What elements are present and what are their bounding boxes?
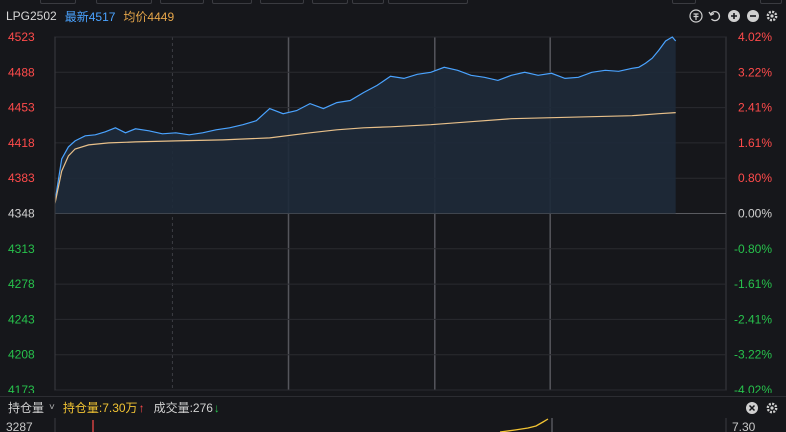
sub-right-value: 7.30 [732,420,756,432]
undo-icon[interactable] [707,8,723,24]
top-tab-stub[interactable] [312,0,348,4]
y-tick-label-left: 4243 [8,312,35,326]
open-interest-label: 持仓量:7.30万↑ [63,399,145,416]
sub-panel-header: 持仓量 ˅ 持仓量:7.30万↑ 成交量:276↓ [0,396,786,418]
y-tick-label-right: 2.41% [738,101,772,115]
top-tab-stub[interactable] [760,0,782,4]
y-tick-label-right: 0.80% [738,171,772,185]
top-tab-stub[interactable] [160,0,204,4]
y-tick-label-left: 4173 [8,383,35,393]
top-tab-stub[interactable] [672,0,696,4]
arrow-up-icon: ↑ [138,401,145,415]
sub-panel-toolbar [744,400,780,416]
y-tick-label-left: 4418 [8,136,35,150]
chevron-down-icon[interactable]: ˅ [49,402,55,413]
y-tick-label-left: 4488 [8,65,35,79]
zoom-out-icon[interactable] [745,8,761,24]
settings-icon[interactable] [764,400,780,416]
sub-left-value: 3287 [6,420,33,432]
y-tick-label-left: 4348 [8,207,35,221]
y-tick-label-right: -2.41% [734,312,772,326]
open-interest-line [499,418,549,432]
top-tab-stub[interactable] [388,0,468,4]
top-tab-stub[interactable] [96,0,152,4]
intraday-chart[interactable]: 4523 4488 4453 4418 4383 4348 4313 4278 4243 4208… [0,27,786,393]
top-tab-stub[interactable] [212,0,252,4]
symbol-label[interactable]: LPG2502 [6,9,57,23]
coin-icon[interactable] [688,8,704,24]
y-tick-label-right: 0.00% [738,207,772,221]
settings-icon[interactable] [764,8,780,24]
volume-label: 成交量:276↓ [154,399,220,416]
y-tick-label-left: 4523 [8,30,35,44]
y-tick-label-right: -4.02% [734,383,772,393]
y-tick-label-right: 4.02% [738,30,772,44]
y-tick-label-right: -3.22% [734,348,772,362]
latest-price-label: 最新4517 [64,9,116,24]
y-tick-label-left: 4313 [8,242,35,256]
y-tick-label-right: -0.80% [734,242,772,256]
y-tick-label-right: 3.22% [738,65,772,79]
y-tick-label-left: 4453 [8,101,35,115]
open-interest-text: 持仓量:7.30万 [62,401,138,415]
chart-canvas: 4523 4488 4453 4418 4383 4348 4313 4278 4243 4208… [8,30,772,393]
top-tab-stub[interactable] [260,0,304,4]
chart-toolbar [688,8,780,24]
y-tick-label-left: 4383 [8,171,35,185]
chart-header: LPG2502 最新4517 均价4449 [0,5,786,27]
top-tab-stub[interactable] [40,0,76,4]
zoom-in-icon[interactable] [726,8,742,24]
y-tick-label-left: 4208 [8,348,35,362]
open-interest-chart[interactable]: 3287 7.30 [0,418,786,432]
y-tick-label-right: 1.61% [738,136,772,150]
top-tab-stub[interactable] [352,0,384,4]
y-tick-label-left: 4278 [8,277,35,291]
close-icon[interactable] [744,400,760,416]
avg-price-label: 均价4449 [123,9,175,24]
y-tick-label-right: -1.61% [734,277,772,291]
volume-text: 成交量:276 [153,401,213,415]
indicator-selector[interactable]: 持仓量 [8,399,44,416]
sub-chart-canvas: 3287 7.30 [6,418,756,432]
arrow-down-icon: ↓ [213,401,220,415]
